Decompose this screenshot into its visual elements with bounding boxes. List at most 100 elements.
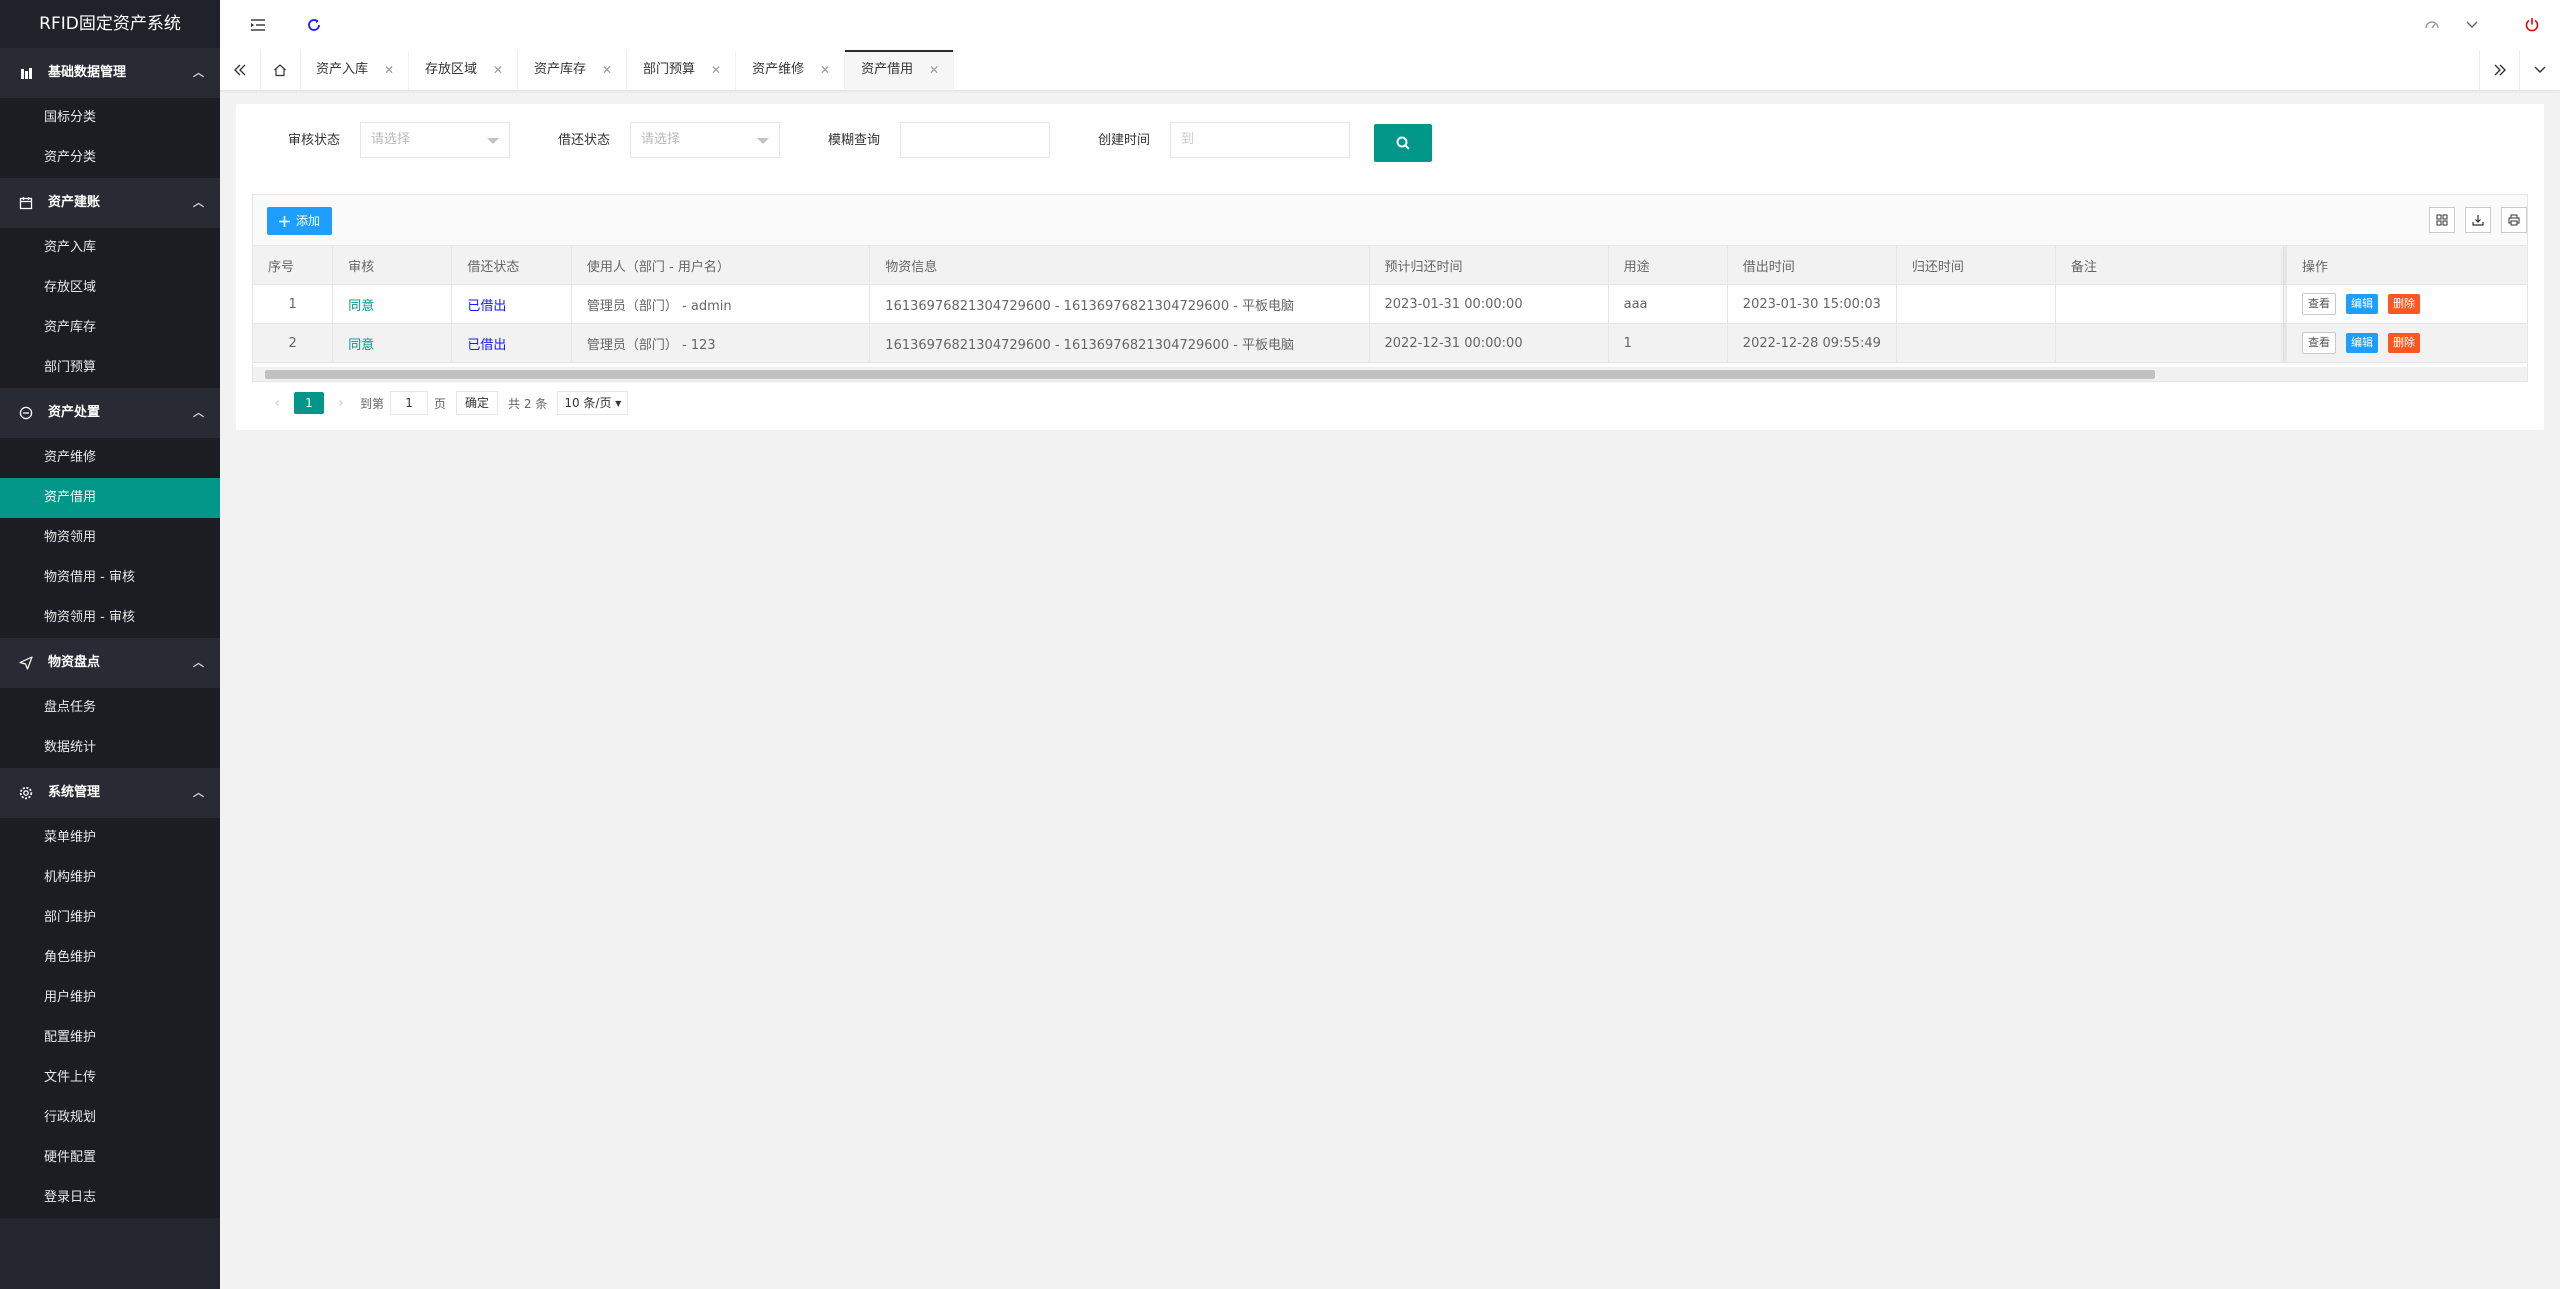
pagination: ‹ 1 › 到第 1 页 确定 共 2 条 10 条/页 ▾ bbox=[266, 388, 629, 418]
data-table: 序号 审核 借还状态 使用人（部门 - 用户名） 物资信息 预计归还时间 用途 … bbox=[252, 246, 2528, 382]
export-icon[interactable] bbox=[2465, 207, 2491, 233]
page-size-select[interactable]: 10 条/页 ▾ bbox=[557, 391, 629, 415]
tab-dept-budget[interactable]: 部门预算 ✕ bbox=[627, 50, 737, 90]
tab-asset-repair[interactable]: 资产维修 ✕ bbox=[736, 50, 846, 90]
sidebar: RFID固定资产系统 基础数据管理 ︿ 国标分类 资产分类 资产建账 ︿ 资产入… bbox=[0, 0, 220, 1289]
scrollbar-thumb[interactable] bbox=[265, 370, 2155, 379]
close-icon[interactable]: ✕ bbox=[602, 50, 612, 90]
sidebar-group-asset-disposal[interactable]: 资产处置 ︿ bbox=[0, 388, 220, 438]
table-row[interactable]: 1 同意 已借出 管理员（部门） - admin 161369768213047… bbox=[253, 284, 2527, 324]
chevron-down-icon[interactable] bbox=[2452, 0, 2492, 50]
sidebar-group-stocktake[interactable]: 物资盘点 ︿ bbox=[0, 638, 220, 688]
sidebar-item-material-requisition[interactable]: 物资领用 bbox=[0, 518, 220, 558]
delete-button[interactable]: 删除 bbox=[2388, 294, 2420, 314]
cell-expected-return: 2023-01-31 00:00:00 bbox=[1369, 284, 1609, 324]
col-header-lent-time: 借出时间 bbox=[1727, 246, 1897, 285]
sidebar-item-role-maintenance[interactable]: 角色维护 bbox=[0, 938, 220, 978]
sidebar-item-asset-inventory[interactable]: 资产库存 bbox=[0, 308, 220, 348]
view-button[interactable]: 查看 bbox=[2302, 293, 2336, 315]
horizontal-scrollbar[interactable] bbox=[253, 367, 2527, 381]
chevron-up-icon: ︿ bbox=[193, 196, 204, 209]
sidebar-group-label: 物资盘点 bbox=[48, 655, 101, 670]
menu-toggle-icon[interactable] bbox=[238, 0, 278, 50]
power-icon[interactable] bbox=[2512, 0, 2552, 50]
cell-remark bbox=[2055, 284, 2284, 324]
sidebar-item-storage-area[interactable]: 存放区域 bbox=[0, 268, 220, 308]
col-header-purpose: 用途 bbox=[1608, 246, 1728, 285]
fuzzy-search-input[interactable] bbox=[900, 122, 1050, 158]
sidebar-item-asset-repair[interactable]: 资产维修 bbox=[0, 438, 220, 478]
sidebar-item-admin-division[interactable]: 行政规划 bbox=[0, 1098, 220, 1138]
sidebar-item-dept-budget[interactable]: 部门预算 bbox=[0, 348, 220, 388]
close-icon[interactable]: ✕ bbox=[493, 50, 503, 90]
add-button-label: 添加 bbox=[296, 214, 321, 228]
sidebar-item-asset-borrow[interactable]: 资产借用 bbox=[0, 478, 220, 518]
goto-suffix: 页 bbox=[434, 396, 447, 411]
close-icon[interactable]: ✕ bbox=[711, 50, 721, 90]
sidebar-group-asset-ledger[interactable]: 资产建账 ︿ bbox=[0, 178, 220, 228]
sidebar-item-org-maintenance[interactable]: 机构维护 bbox=[0, 858, 220, 898]
return-status-select[interactable]: 请选择 bbox=[630, 122, 780, 158]
columns-filter-icon[interactable] bbox=[2429, 207, 2455, 233]
close-icon[interactable]: ✕ bbox=[820, 50, 830, 90]
next-page-icon[interactable]: › bbox=[330, 395, 352, 411]
edit-button[interactable]: 编辑 bbox=[2346, 333, 2378, 353]
sidebar-group-label: 资产处置 bbox=[48, 405, 101, 420]
sidebar-item-asset-category[interactable]: 资产分类 bbox=[0, 138, 220, 178]
view-button[interactable]: 查看 bbox=[2302, 332, 2336, 354]
cell-return-time bbox=[1896, 323, 2056, 363]
refresh-icon[interactable] bbox=[294, 0, 334, 50]
scroll-left-icon[interactable] bbox=[220, 50, 261, 90]
table-row[interactable]: 2 同意 已借出 管理员（部门） - 123 16136976821304729… bbox=[253, 323, 2527, 363]
tab-menu-chevron-icon[interactable] bbox=[2519, 50, 2560, 90]
sidebar-item-config-maintenance[interactable]: 配置维护 bbox=[0, 1018, 220, 1058]
chevron-up-icon: ︿ bbox=[193, 786, 204, 799]
add-button[interactable]: 添加 bbox=[267, 207, 333, 235]
theme-icon[interactable] bbox=[2412, 0, 2452, 50]
tab-asset-borrow[interactable]: 资产借用 ✕ bbox=[845, 50, 955, 90]
cell-lent-time: 2023-01-30 15:00:03 bbox=[1727, 284, 1897, 324]
sidebar-item-material-borrow-audit[interactable]: 物资借用 - 审核 bbox=[0, 558, 220, 598]
sidebar-item-login-log[interactable]: 登录日志 bbox=[0, 1178, 220, 1218]
ops-cell: 查看 编辑 删除 bbox=[2287, 285, 2527, 324]
scroll-right-icon[interactable] bbox=[2479, 50, 2520, 90]
chevron-up-icon: ︿ bbox=[193, 656, 204, 669]
sidebar-item-hardware-config[interactable]: 硬件配置 bbox=[0, 1138, 220, 1178]
total-count: 共 2 条 bbox=[508, 396, 548, 411]
sidebar-item-asset-inbound[interactable]: 资产入库 bbox=[0, 228, 220, 268]
sidebar-item-user-maintenance[interactable]: 用户维护 bbox=[0, 978, 220, 1018]
tab-label: 资产维修 bbox=[752, 62, 805, 77]
delete-button[interactable]: 删除 bbox=[2388, 333, 2420, 353]
sidebar-item-file-upload[interactable]: 文件上传 bbox=[0, 1058, 220, 1098]
sidebar-item-material-requisition-audit[interactable]: 物资领用 - 审核 bbox=[0, 598, 220, 638]
sidebar-item-gb-category[interactable]: 国标分类 bbox=[0, 98, 220, 138]
print-icon[interactable] bbox=[2501, 207, 2527, 233]
created-time-range-input[interactable]: 到 bbox=[1170, 122, 1350, 158]
select-placeholder: 请选择 bbox=[641, 132, 681, 147]
close-icon[interactable]: ✕ bbox=[384, 50, 394, 90]
goto-confirm-button[interactable]: 确定 bbox=[456, 391, 499, 415]
edit-button[interactable]: 编辑 bbox=[2346, 294, 2378, 314]
table-toolbar: 添加 bbox=[252, 194, 2528, 246]
current-page[interactable]: 1 bbox=[294, 392, 324, 414]
sidebar-group-basic-data[interactable]: 基础数据管理 ︿ bbox=[0, 48, 220, 98]
col-header-audit: 审核 bbox=[332, 246, 453, 285]
goto-page-input[interactable]: 1 bbox=[390, 391, 429, 415]
close-icon[interactable]: ✕ bbox=[929, 50, 939, 90]
search-button[interactable] bbox=[1374, 124, 1432, 162]
table-body: 序号 审核 借还状态 使用人（部门 - 用户名） 物资信息 预计归还时间 用途 … bbox=[253, 246, 2527, 363]
prev-page-icon[interactable]: ‹ bbox=[266, 395, 288, 411]
sidebar-item-data-statistics[interactable]: 数据统计 bbox=[0, 728, 220, 768]
audit-status-select[interactable]: 请选择 bbox=[360, 122, 510, 158]
cell-expected-return: 2022-12-31 00:00:00 bbox=[1369, 323, 1609, 363]
tab-asset-inventory[interactable]: 资产库存 ✕ bbox=[518, 50, 628, 90]
sidebar-item-dept-maintenance[interactable]: 部门维护 bbox=[0, 898, 220, 938]
tab-asset-inbound[interactable]: 资产入库 ✕ bbox=[300, 50, 410, 90]
tab-storage-area[interactable]: 存放区域 ✕ bbox=[409, 50, 519, 90]
sidebar-item-stocktake-task[interactable]: 盘点任务 bbox=[0, 688, 220, 728]
ops-cell: 查看 编辑 删除 bbox=[2287, 324, 2527, 363]
home-icon[interactable] bbox=[260, 50, 301, 90]
sidebar-item-menu-maintenance[interactable]: 菜单维护 bbox=[0, 818, 220, 858]
cell-purpose: aaa bbox=[1608, 284, 1728, 324]
sidebar-group-system[interactable]: 系统管理 ︿ bbox=[0, 768, 220, 818]
